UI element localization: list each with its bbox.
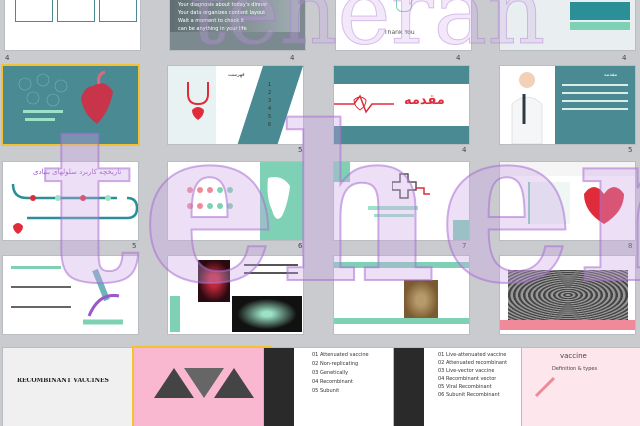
slide-number: 7 [462,242,467,250]
slide-title: vaccine [560,352,587,360]
timeline-icon [11,183,138,234]
slide-text: can be anything in your life [178,26,247,32]
slide-title: فهرست [228,72,245,78]
slide-thumbnail[interactable]: تاریخچه کاربرد سلولهای بنیادی [3,162,138,240]
slide-thumbnail[interactable]: vaccine Definition & types [522,348,640,426]
slide-text: Your diagnosis about today's dinner [178,2,268,8]
map-icon [267,177,290,219]
slide-text: 05 Subunit [312,388,340,394]
slide-text: 6 [268,122,272,128]
slide-number: 4 [5,54,10,62]
slide-number: 5 [132,242,137,250]
slide-thumbnail[interactable] [5,0,140,50]
slide-thumbnail[interactable] [500,256,635,334]
slide-thumbnail[interactable]: فهرست 1 2 3 4 5 6 [168,66,303,144]
slide-number: 4 [622,54,627,62]
slide-thumbnail[interactable]: مقدمه [334,66,469,144]
slide-title: Thank You [384,30,415,36]
slide-text: 04 Recombinant [312,379,353,385]
slide-sorter-grid: 4 Your diagnosis about today's dinner Yo… [0,0,640,426]
slide-thumbnail[interactable]: Thank You [336,0,471,50]
slide-title: مقدمه [604,72,618,78]
medical-cross-icon [392,173,430,199]
slide-text: 05 Viral Recombinant [438,384,492,390]
syringe-icon [534,376,556,398]
slide-text: 2 [268,90,272,96]
slide-text: 4 [268,106,272,112]
slide-text: 01 Live-attenuated vaccine [438,352,507,358]
slide-text: 03 Genetically [312,370,349,376]
slide-number: 6 [298,242,303,250]
slide-thumbnail[interactable] [334,162,469,240]
slide-text: 06 Subunit Recombinant [438,392,500,398]
triangles-icon [154,368,254,398]
slide-thumbnail[interactable]: 01 Attenuated vaccine 02 Non-replicating… [264,348,399,426]
slide-thumbnail[interactable]: Your diagnosis about today's dinner Your… [170,0,305,50]
slide-text: 04 Recombinant vector [438,376,497,382]
slide-thumbnail-selected[interactable] [3,66,138,144]
slide-thumbnail[interactable] [168,256,303,334]
slide-thumbnail[interactable] [500,0,635,50]
slide-title: مقدمه [404,94,445,108]
slide-title: RECOMBINANT VACCINES [17,378,109,384]
slide-number: 8 [628,242,633,250]
slide-thumbnail[interactable] [334,256,469,334]
slide-thumbnail[interactable] [3,256,138,334]
heart-illustration-icon [18,70,113,124]
slide-thumbnail[interactable]: RECOMBINANT VACCINES [3,348,138,426]
slide-text: Your data organizes content layout [178,10,266,16]
heart-stethoscope-icon [187,82,209,120]
slide-thumbnail[interactable] [134,348,269,426]
slide-number: 5 [298,146,303,154]
people-stats-icon [187,187,233,209]
slide-text: 01 Attenuated vaccine [312,352,369,358]
heart-icon [584,187,624,224]
slide-number: 4 [462,146,467,154]
slide-text: 1 [268,82,272,88]
slide-number: 4 [456,54,461,62]
slide-text: 03 Live-vector vaccine [438,368,495,374]
slide-text: Wait a moment to check it [178,18,245,24]
slide-number: 4 [290,54,295,62]
slide-text: 02 Non-replicating [312,361,359,367]
slide-text: 3 [268,98,272,104]
microscope-icon [83,268,123,325]
slide-thumbnail[interactable]: 01 Live-attenuated vaccine 02 Attenuated… [394,348,529,426]
slide-number: 5 [628,146,633,154]
doctor-illustration-icon [511,72,543,144]
slide-text: 02 Attenuated recombinant [438,360,508,366]
slide-thumbnail[interactable] [168,162,303,240]
slide-thumbnail[interactable] [500,162,635,240]
heartbeat-line-icon [334,94,394,114]
slide-text: 5 [268,114,272,120]
slide-thumbnail[interactable]: مقدمه [500,66,635,144]
